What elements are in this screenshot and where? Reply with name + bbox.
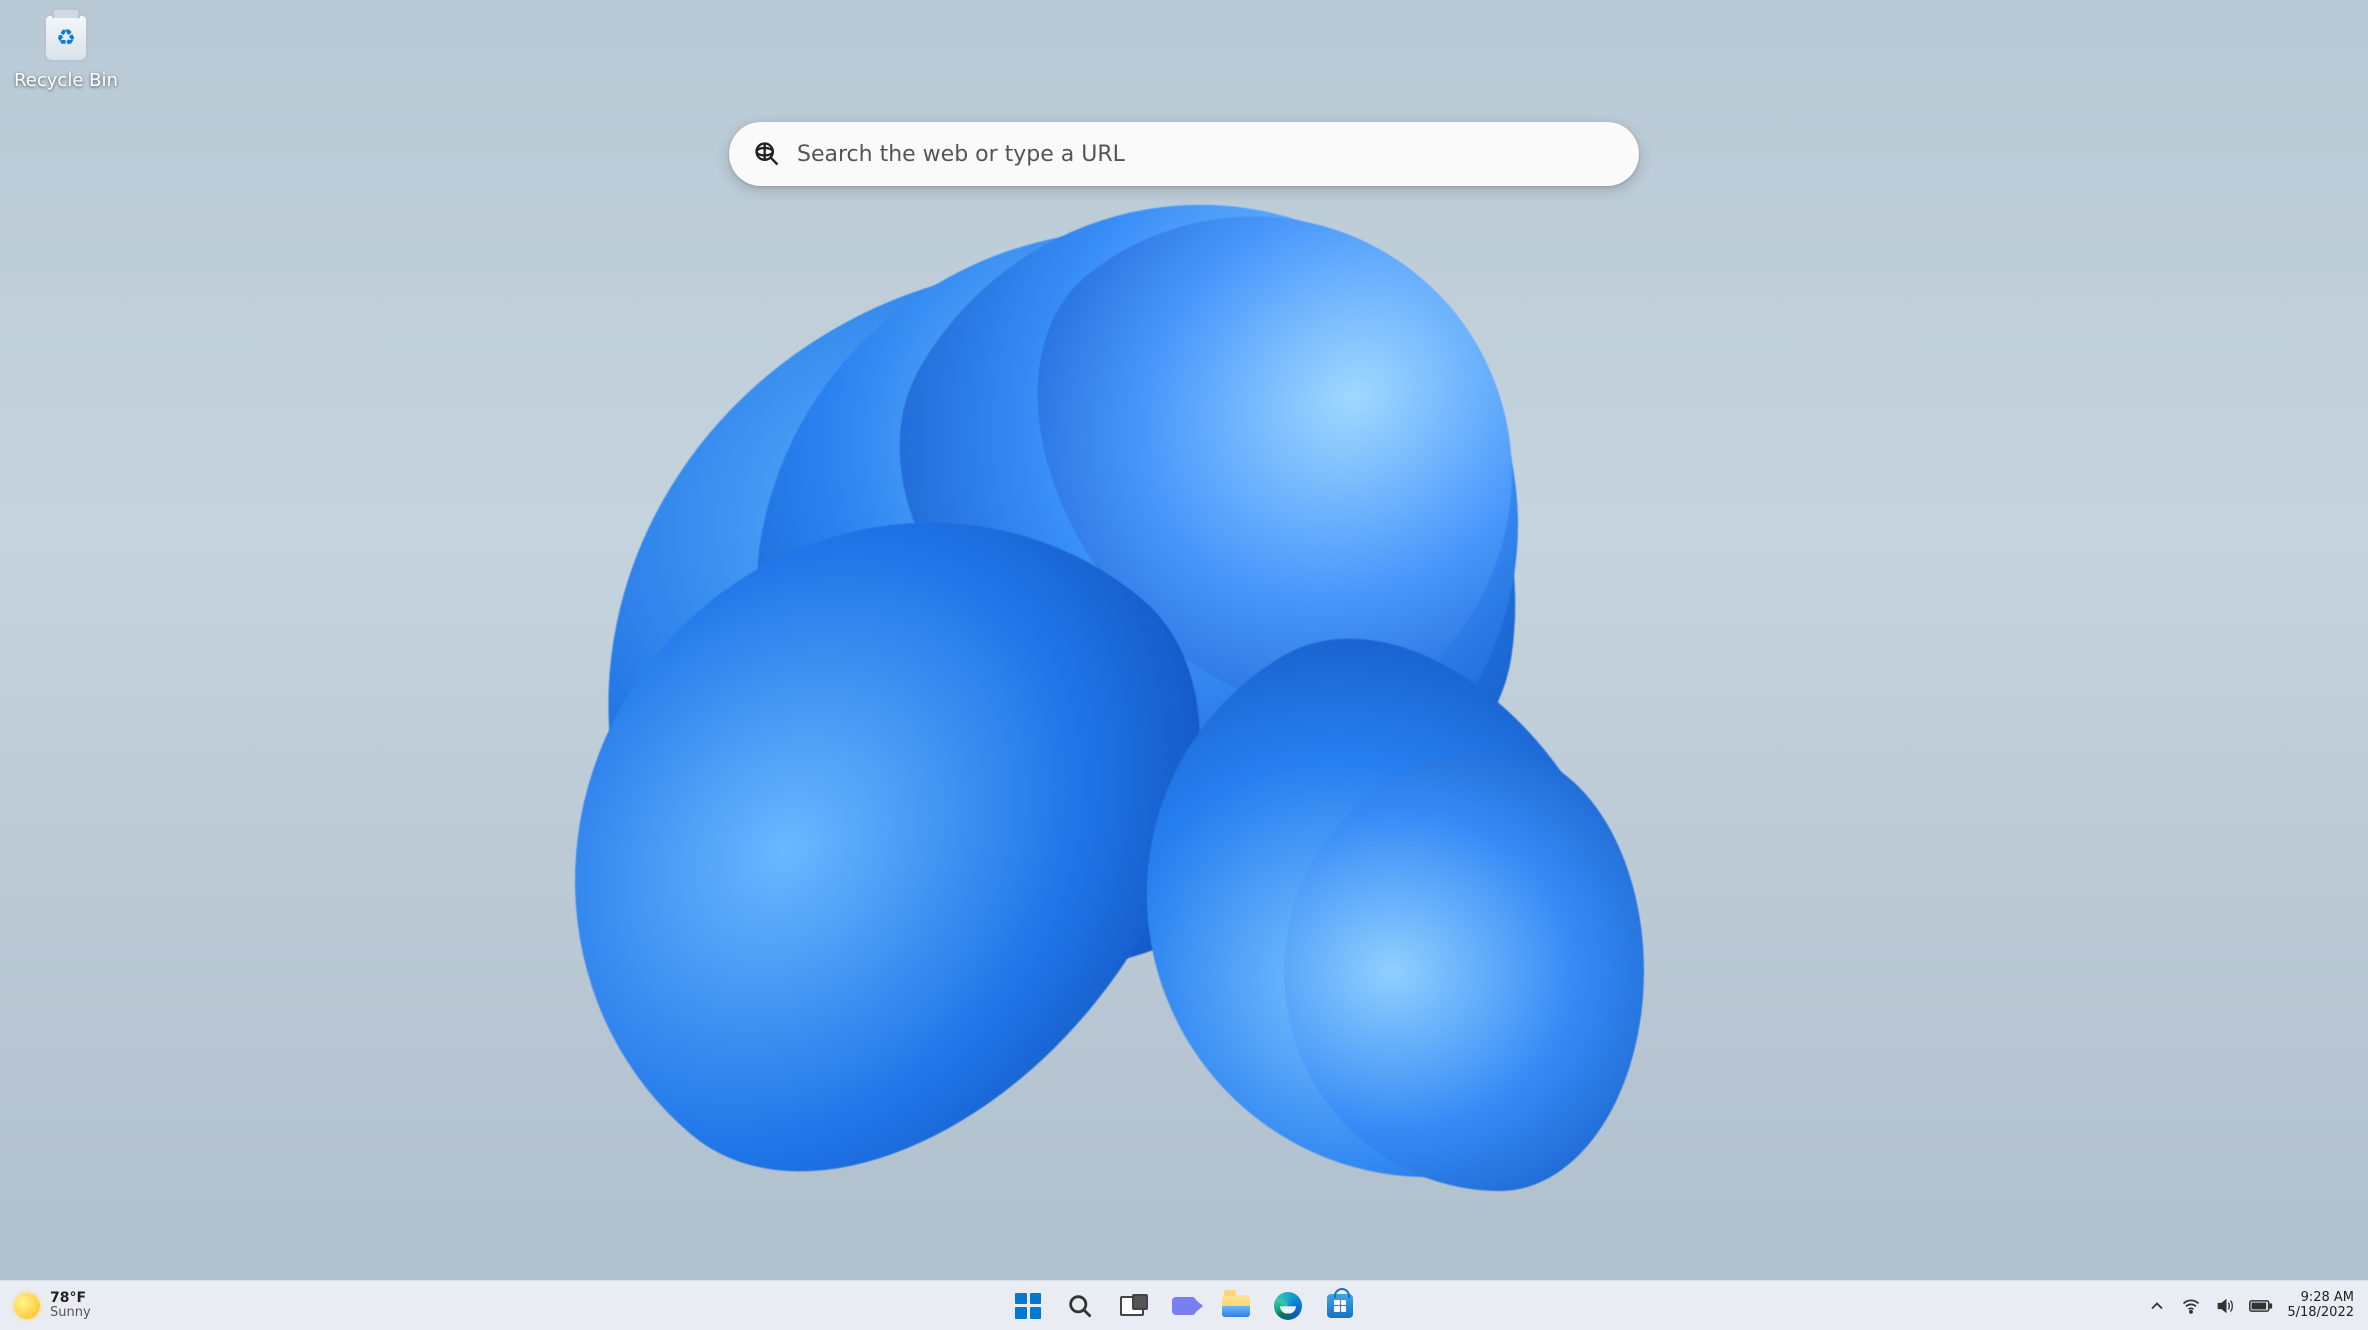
weather-condition: Sunny xyxy=(50,1306,91,1320)
chat-button[interactable] xyxy=(1162,1284,1206,1328)
microsoft-store-icon xyxy=(1326,1292,1354,1320)
search-icon xyxy=(1066,1292,1094,1320)
desktop-search-input[interactable] xyxy=(797,142,1615,167)
desktop-search-widget[interactable] xyxy=(729,122,1639,186)
taskbar-clock[interactable]: 9:28 AM 5/18/2022 xyxy=(2287,1291,2354,1321)
desktop-wallpaper xyxy=(0,0,2368,1330)
taskbar-widgets-button[interactable]: 78°F Sunny xyxy=(0,1291,260,1321)
tray-overflow-button[interactable] xyxy=(2147,1296,2167,1316)
taskbar-search-button[interactable] xyxy=(1058,1284,1102,1328)
microsoft-store-button[interactable] xyxy=(1318,1284,1362,1328)
edge-button[interactable] xyxy=(1266,1284,1310,1328)
clock-time: 9:28 AM xyxy=(2287,1291,2354,1306)
desktop-icon-label: Recycle Bin xyxy=(6,70,126,91)
desktop-icon-recycle-bin[interactable]: ♻ Recycle Bin xyxy=(6,6,126,91)
wifi-icon[interactable] xyxy=(2181,1296,2201,1316)
volume-icon[interactable] xyxy=(2215,1296,2235,1316)
weather-sunny-icon xyxy=(14,1293,40,1319)
file-explorer-button[interactable] xyxy=(1214,1284,1258,1328)
edge-icon xyxy=(1274,1292,1302,1320)
taskbar-center xyxy=(260,1284,2108,1328)
chat-icon xyxy=(1170,1292,1198,1320)
clock-date: 5/18/2022 xyxy=(2287,1306,2354,1321)
file-explorer-icon xyxy=(1222,1292,1250,1320)
taskbar: 78°F Sunny xyxy=(0,1280,2368,1330)
windows-start-icon xyxy=(1014,1292,1042,1320)
task-view-icon xyxy=(1118,1292,1146,1320)
web-search-icon xyxy=(753,140,781,168)
bloom-graphic xyxy=(384,171,1984,1330)
battery-icon[interactable] xyxy=(2249,1296,2273,1316)
weather-temperature: 78°F xyxy=(50,1291,91,1306)
task-view-button[interactable] xyxy=(1110,1284,1154,1328)
recycle-bin-icon: ♻ xyxy=(38,10,94,66)
system-tray: 9:28 AM 5/18/2022 xyxy=(2108,1291,2368,1321)
start-button[interactable] xyxy=(1006,1284,1050,1328)
